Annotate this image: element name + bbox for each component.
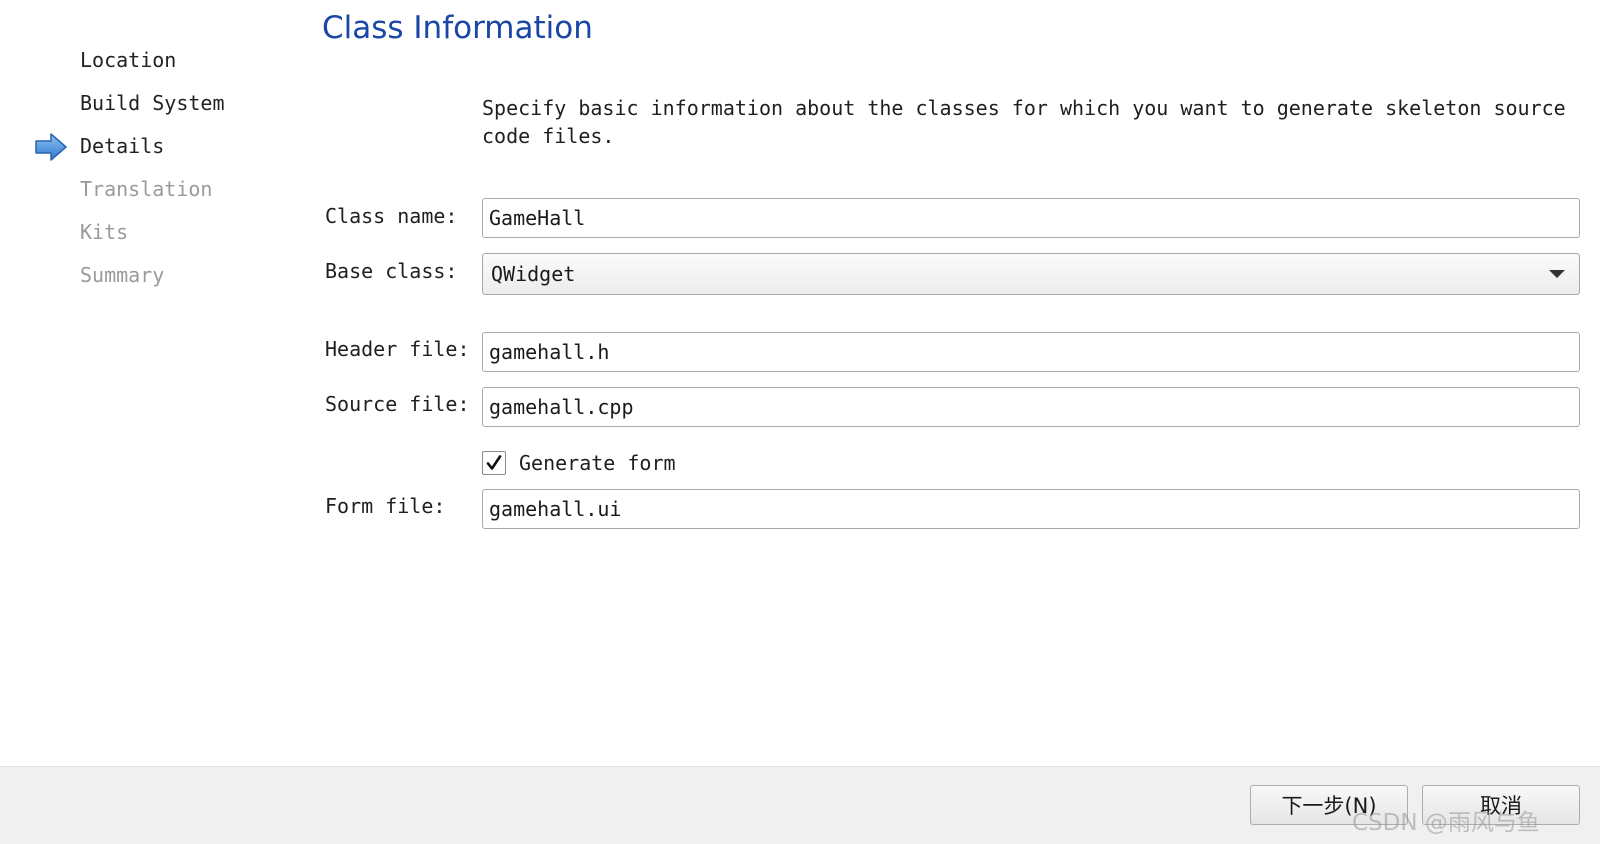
class-name-label: Class name: [325, 204, 458, 228]
header-file-input[interactable]: gamehall.h [482, 332, 1580, 372]
form-file-label: Form file: [325, 494, 446, 518]
base-class-select[interactable]: QWidget [482, 253, 1580, 295]
header-file-value: gamehall.h [489, 340, 610, 364]
page-title: Class Information [322, 10, 593, 46]
wizard-button-bar: 下一步(N) 取消 CSDN @雨风与鱼 [0, 766, 1600, 844]
class-name-value: GameHall [489, 206, 586, 230]
generate-form-row[interactable]: Generate form [482, 449, 676, 477]
form-file-input[interactable]: gamehall.ui [482, 489, 1580, 529]
class-name-input[interactable]: GameHall [482, 198, 1580, 238]
page-description: Specify basic information about the clas… [482, 96, 1566, 148]
chevron-down-icon [1549, 270, 1565, 278]
step-build-system: Build System [80, 91, 225, 115]
header-file-label: Header file: [325, 337, 470, 361]
step-summary: Summary [80, 263, 165, 287]
source-file-label: Source file: [325, 392, 470, 416]
step-translation: Translation [80, 177, 213, 201]
generate-form-label: Generate form [519, 451, 676, 475]
current-step-arrow-icon [35, 133, 67, 161]
base-class-value: QWidget [491, 262, 576, 286]
step-kits: Kits [80, 220, 129, 244]
base-class-label: Base class: [325, 259, 458, 283]
source-file-input[interactable]: gamehall.cpp [482, 387, 1580, 427]
checkmark-icon [486, 455, 502, 470]
step-details: Details [80, 134, 165, 158]
form-file-value: gamehall.ui [489, 497, 622, 521]
step-location: Location [80, 48, 177, 72]
generate-form-checkbox[interactable] [482, 451, 506, 475]
watermark: CSDN @雨风与鱼 [1352, 810, 1540, 836]
source-file-value: gamehall.cpp [489, 395, 634, 419]
